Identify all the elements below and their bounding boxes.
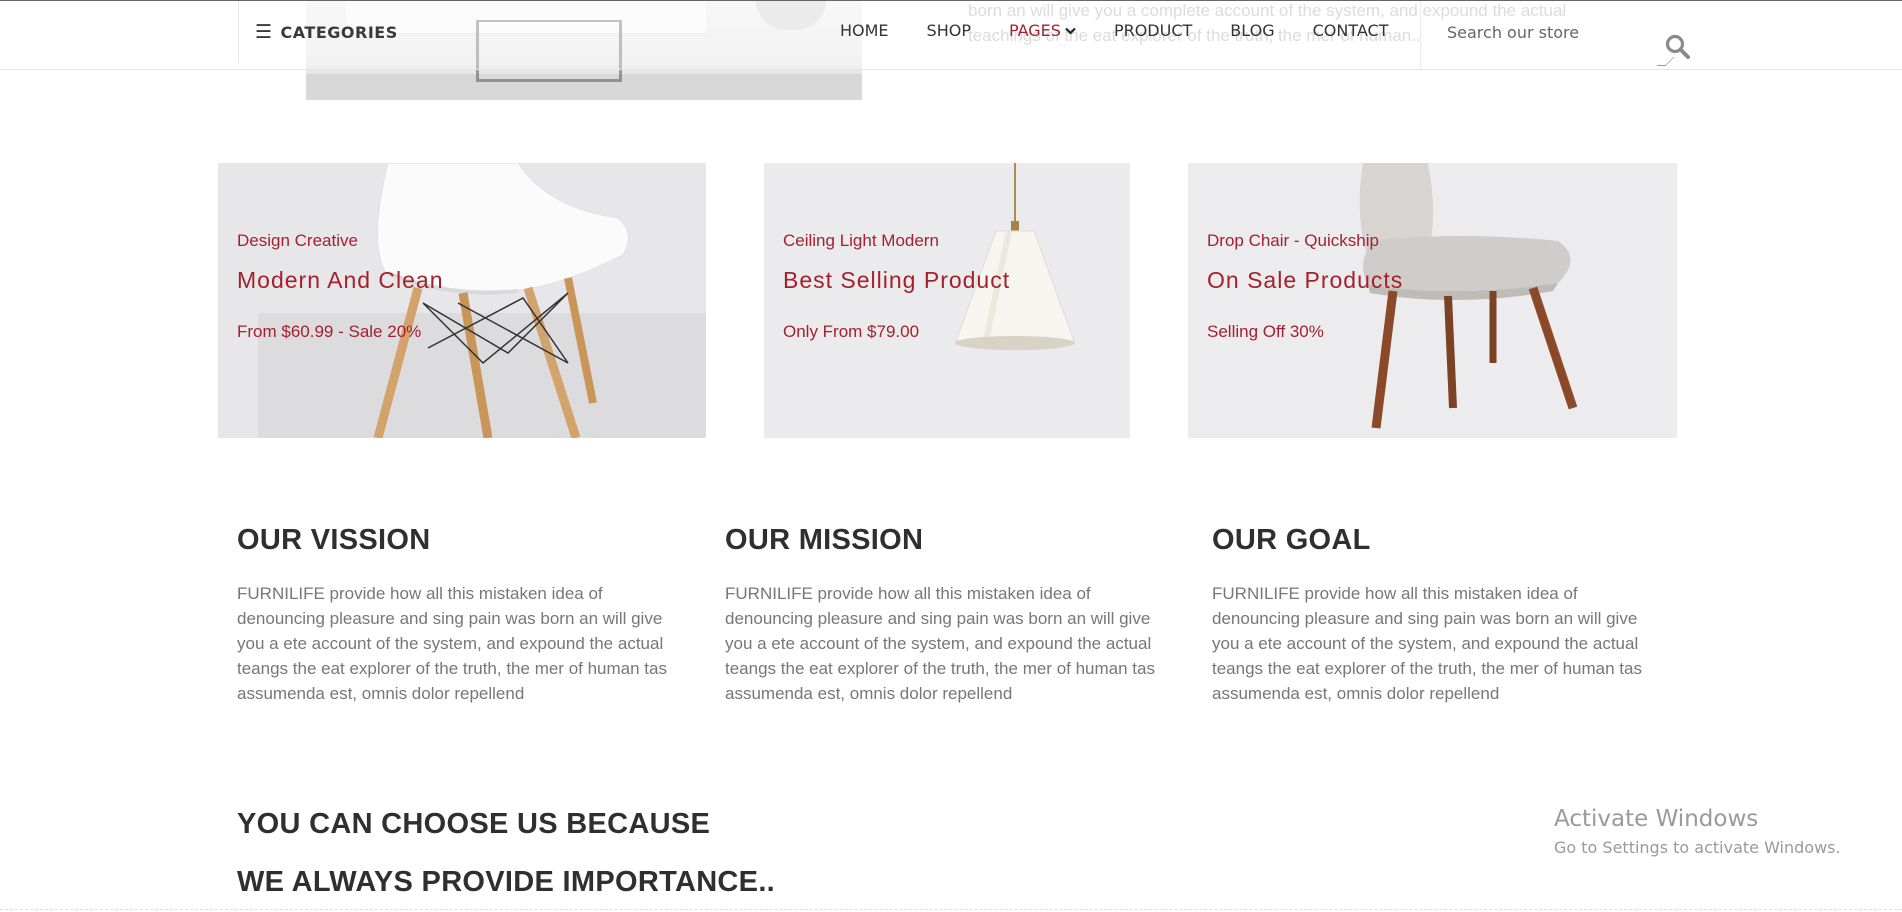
banner-price: Only From $79.00 — [783, 322, 920, 341]
mission-column: OUR MISSION FURNILIFE provide how all th… — [725, 524, 1175, 706]
watermark-title: Activate Windows — [1554, 806, 1759, 832]
nav-home[interactable]: HOME — [840, 21, 889, 40]
vision-title: OUR VISSION — [237, 524, 431, 556]
nav-product[interactable]: PRODUCT — [1114, 21, 1192, 40]
vision-column: OUR VISSION FURNILIFE provide how all th… — [237, 524, 687, 706]
watermark-subtitle: Go to Settings to activate Windows. — [1554, 838, 1841, 857]
search-icon[interactable] — [1664, 33, 1692, 61]
banner-price: Selling Off 30% — [1207, 322, 1324, 341]
vision-text: FURNILIFE provide how all this mistaken … — [237, 584, 667, 703]
section-divider — [0, 909, 1902, 910]
chevron-down-icon — [1065, 27, 1076, 35]
categories-label: CATEGORIES — [280, 22, 398, 42]
goal-title: OUR GOAL — [1212, 524, 1371, 556]
banner-modern-clean[interactable]: Design Creative Modern And Clean From $6… — [218, 163, 706, 438]
banner-kicker: Drop Chair - Quickship — [1207, 231, 1379, 250]
why-heading-line2: WE ALWAYS PROVIDE IMPORTANCE.. — [237, 866, 776, 898]
banner-kicker: Design Creative — [237, 231, 358, 250]
pendant-lamp-image — [764, 163, 1130, 438]
banner-kicker: Ceiling Light Modern — [783, 231, 939, 250]
main-nav: HOME SHOP PAGES PRODUCT BLOG CONTACT — [840, 21, 1426, 40]
search-box — [1420, 1, 1696, 69]
nav-pages-label: PAGES — [1008, 21, 1061, 40]
goal-column: OUR GOAL FURNILIFE provide how all this … — [1212, 524, 1662, 706]
search-input[interactable] — [1447, 23, 1647, 42]
white-chair-image — [218, 163, 706, 438]
hamburger-icon: ☰ — [255, 21, 273, 43]
header: ☰ CATEGORIES HOME SHOP PAGES PRODUCT BLO… — [0, 0, 1902, 70]
goal-text: FURNILIFE provide how all this mistaken … — [1212, 584, 1642, 703]
nav-blog[interactable]: BLOG — [1230, 21, 1274, 40]
mission-text: FURNILIFE provide how all this mistaken … — [725, 584, 1155, 703]
banner-title: On Sale Products — [1207, 267, 1404, 293]
upholstered-chair-image — [1188, 163, 1677, 438]
categories-button[interactable]: ☰ CATEGORIES — [238, 1, 398, 63]
mission-title: OUR MISSION — [725, 524, 924, 556]
banner-on-sale[interactable]: Drop Chair - Quickship On Sale Products … — [1188, 163, 1677, 438]
banner-title: Modern And Clean — [237, 267, 444, 293]
banner-best-selling[interactable]: Ceiling Light Modern Best Selling Produc… — [764, 163, 1130, 438]
nav-shop[interactable]: SHOP — [927, 21, 971, 40]
activate-windows-watermark: Activate Windows Go to Settings to activ… — [1554, 806, 1841, 857]
nav-contact[interactable]: CONTACT — [1313, 21, 1389, 40]
nav-pages[interactable]: PAGES — [1009, 21, 1076, 40]
banner-title: Best Selling Product — [783, 267, 1011, 293]
why-heading-line1: YOU CAN CHOOSE US BECAUSE — [237, 808, 711, 840]
banner-price: From $60.99 - Sale 20% — [237, 322, 422, 341]
